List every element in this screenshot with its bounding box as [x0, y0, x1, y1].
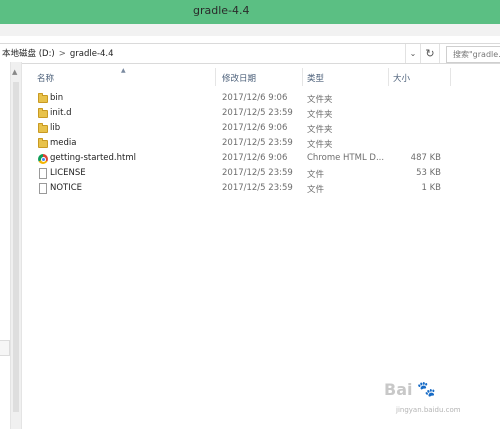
- chevron-down-icon[interactable]: ⌄: [405, 44, 420, 63]
- scroll-thumb[interactable]: [13, 82, 19, 412]
- file-type: 文件夹: [307, 125, 333, 135]
- file-date: 2017/12/6 9:06: [222, 93, 288, 103]
- file-type: 文件夹: [307, 140, 333, 150]
- column-divider[interactable]: [388, 68, 389, 86]
- ribbon-strip: [0, 24, 500, 36]
- file-date: 2017/12/6 9:06: [222, 123, 288, 133]
- refresh-icon[interactable]: ↻: [420, 44, 440, 63]
- file-name: LICENSE: [50, 168, 86, 178]
- scroll-up-icon[interactable]: ▲: [12, 68, 17, 76]
- column-type[interactable]: 类型: [307, 72, 324, 84]
- watermark: Bai 🐾 jingyan.baidu.com: [384, 380, 494, 425]
- column-divider[interactable]: [215, 68, 216, 86]
- file-row-notice[interactable]: NOTICE 2017/12/5 23:59 文件 1 KB: [21, 182, 500, 197]
- file-row-getting-started[interactable]: getting-started.html 2017/12/6 9:06 Chro…: [21, 152, 500, 167]
- file-name: lib: [50, 123, 61, 133]
- column-divider[interactable]: [302, 68, 303, 86]
- file-name: media: [50, 138, 77, 148]
- address-row: 本地磁盘 (D:) > gradle-4.4 ⌄ ↻ 搜索"gradle...: [0, 43, 500, 64]
- file-row-lib[interactable]: lib 2017/12/6 9:06 文件夹: [21, 122, 500, 137]
- watermark-logo: Bai: [384, 380, 413, 399]
- sort-ascending-icon: ▲: [121, 67, 126, 74]
- file-date: 2017/12/5 23:59: [222, 183, 293, 193]
- column-divider[interactable]: [450, 68, 451, 86]
- paw-icon: 🐾: [417, 380, 436, 398]
- title-bar: gradle-4.4: [0, 0, 500, 24]
- column-header-row: ▲ 名称 修改日期 类型 大小: [21, 67, 500, 86]
- window-title: gradle-4.4: [193, 4, 250, 17]
- file-icon: [38, 183, 48, 194]
- column-name[interactable]: 名称: [37, 72, 54, 84]
- breadcrumb-separator[interactable]: >: [59, 49, 66, 59]
- file-name: init.d: [50, 108, 72, 118]
- nav-pane-selection[interactable]: [0, 340, 10, 356]
- folder-icon: [38, 138, 48, 149]
- file-name: getting-started.html: [50, 153, 136, 163]
- file-size: 487 KB: [410, 153, 441, 163]
- file-size: 1 KB: [421, 183, 441, 193]
- file-type: Chrome HTML D...: [307, 153, 385, 163]
- search-input[interactable]: 搜索"gradle...: [446, 46, 500, 63]
- file-date: 2017/12/5 23:59: [222, 168, 293, 178]
- column-size[interactable]: 大小: [393, 72, 410, 84]
- file-date: 2017/12/5 23:59: [222, 108, 293, 118]
- file-list: ▲ 名称 修改日期 类型 大小 bin 2017/12/6 9:06 文件夹 i…: [21, 62, 500, 429]
- file-name: bin: [50, 93, 64, 103]
- file-date: 2017/12/6 9:06: [222, 153, 288, 163]
- navigation-pane[interactable]: [0, 62, 10, 429]
- file-type: 文件夹: [307, 110, 333, 120]
- watermark-url: jingyan.baidu.com: [396, 406, 461, 414]
- folder-icon: [38, 123, 48, 134]
- column-date[interactable]: 修改日期: [222, 72, 256, 84]
- breadcrumb-drive[interactable]: 本地磁盘 (D:): [2, 49, 55, 59]
- file-icon: [38, 168, 48, 179]
- folder-icon: [38, 108, 48, 119]
- file-row-init-d[interactable]: init.d 2017/12/5 23:59 文件夹: [21, 107, 500, 122]
- file-size: 53 KB: [416, 168, 441, 178]
- breadcrumb-folder[interactable]: gradle-4.4: [70, 49, 114, 59]
- file-date: 2017/12/5 23:59: [222, 138, 293, 148]
- file-row-media[interactable]: media 2017/12/5 23:59 文件夹: [21, 137, 500, 152]
- file-type: 文件夹: [307, 95, 333, 105]
- chrome-icon: [38, 153, 48, 164]
- file-row-bin[interactable]: bin 2017/12/6 9:06 文件夹: [21, 92, 500, 107]
- folder-icon: [38, 93, 48, 104]
- file-row-license[interactable]: LICENSE 2017/12/5 23:59 文件 53 KB: [21, 167, 500, 182]
- file-type: 文件: [307, 170, 325, 180]
- file-type: 文件: [307, 185, 325, 195]
- address-bar[interactable]: 本地磁盘 (D:) > gradle-4.4: [2, 47, 114, 59]
- file-name: NOTICE: [50, 183, 83, 193]
